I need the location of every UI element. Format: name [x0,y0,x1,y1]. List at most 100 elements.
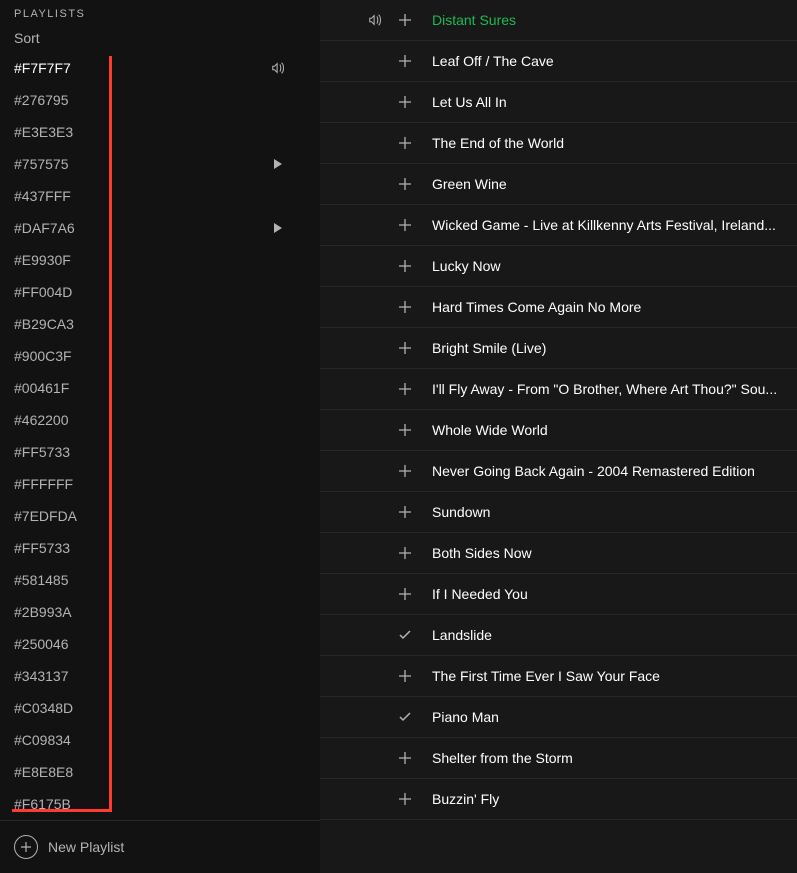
playlist-label: #FF5733 [14,540,70,556]
track-row[interactable]: Lucky Now [320,246,797,287]
sidebar-item-playlist[interactable]: #250046 [0,628,320,660]
sidebar-item-playlist[interactable]: #FF5733 [0,436,320,468]
add-icon[interactable] [390,751,420,765]
sidebar-item-playlist[interactable]: #437FFF [0,180,320,212]
track-row[interactable]: The End of the World [320,123,797,164]
playlist-label: #FF5733 [14,444,70,460]
track-row[interactable]: Landslide [320,615,797,656]
playlist-label: #00461F [14,380,69,396]
playlist-label: #E3E3E3 [14,124,73,140]
playlists-header: PLAYLISTS [0,0,320,24]
track-row[interactable]: Leaf Off / The Cave [320,41,797,82]
sidebar-item-playlist[interactable]: #7EDFDA [0,500,320,532]
track-title: Wicked Game - Live at Killkenny Arts Fes… [420,217,787,233]
playlist-label: #FF004D [14,284,72,300]
track-title: Shelter from the Storm [420,750,787,766]
play-icon [270,156,286,172]
track-title: Leaf Off / The Cave [420,53,787,69]
sidebar-item-playlist[interactable]: #FF004D [0,276,320,308]
add-icon[interactable] [390,341,420,355]
sidebar-item-playlist[interactable]: #C09834 [0,724,320,756]
playlist-label: #DAF7A6 [14,220,75,236]
add-icon[interactable] [390,259,420,273]
add-icon[interactable] [390,218,420,232]
add-icon[interactable] [390,177,420,191]
sidebar-item-playlist[interactable]: #900C3F [0,340,320,372]
track-row[interactable]: Shelter from the Storm [320,738,797,779]
playlist-label: #7EDFDA [14,508,77,524]
track-title: Lucky Now [420,258,787,274]
track-row[interactable]: The First Time Ever I Saw Your Face [320,656,797,697]
sidebar-item-playlist[interactable]: #581485 [0,564,320,596]
track-row[interactable]: Let Us All In [320,82,797,123]
add-icon[interactable] [390,382,420,396]
track-row[interactable]: Sundown [320,492,797,533]
track-row[interactable]: Buzzin' Fly [320,779,797,820]
sidebar-item-playlist[interactable]: #757575 [0,148,320,180]
sidebar-item-playlist[interactable]: #DAF7A6 [0,212,320,244]
sidebar-item-playlist[interactable]: #343137 [0,660,320,692]
sidebar-item-playlist[interactable]: #F7F7F7 [0,52,320,84]
playlist-label: #343137 [14,668,69,684]
track-title: Piano Man [420,709,787,725]
add-icon[interactable] [390,669,420,683]
sidebar-item-playlist[interactable]: #E8E8E8 [0,756,320,788]
check-icon[interactable] [390,628,420,642]
track-title: Hard Times Come Again No More [420,299,787,315]
main-panel: Distant Sures Leaf Off / The Cave Let Us A… [320,0,797,873]
sidebar-item-playlist[interactable]: #FFFFFF [0,468,320,500]
track-row[interactable]: Bright Smile (Live) [320,328,797,369]
track-row[interactable]: Distant Sures [320,0,797,41]
playlist-label: #437FFF [14,188,71,204]
sidebar-item-playlist[interactable]: #E9930F [0,244,320,276]
track-row[interactable]: I'll Fly Away - From "O Brother, Where A… [320,369,797,410]
add-icon[interactable] [390,300,420,314]
track-row[interactable]: Whole Wide World [320,410,797,451]
track-title: The First Time Ever I Saw Your Face [420,668,787,684]
sort-button[interactable]: Sort [0,24,320,52]
track-title: Bright Smile (Live) [420,340,787,356]
track-title: I'll Fly Away - From "O Brother, Where A… [420,381,787,397]
playlist-label: #C09834 [14,732,71,748]
playlists-list: #F7F7F7#276795 #E3E3E3 #757575 #437FFF #DAF7… [0,52,320,820]
add-icon[interactable] [390,95,420,109]
sidebar-item-playlist[interactable]: #276795 [0,84,320,116]
playlist-label: #462200 [14,412,69,428]
add-icon[interactable] [390,13,420,27]
track-row[interactable]: Green Wine [320,164,797,205]
sidebar-item-playlist[interactable]: #FF5733 [0,532,320,564]
track-row[interactable]: Both Sides Now [320,533,797,574]
add-icon[interactable] [390,792,420,806]
playlist-label: #C0348D [14,700,73,716]
now-playing-icon [360,13,390,27]
track-title: Never Going Back Again - 2004 Remastered… [420,463,787,479]
track-title: Green Wine [420,176,787,192]
sidebar-item-playlist[interactable]: #C0348D [0,692,320,724]
sidebar-item-playlist[interactable]: #E3E3E3 [0,116,320,148]
play-icon [270,220,286,236]
track-row[interactable]: If I Needed You [320,574,797,615]
add-icon[interactable] [390,136,420,150]
add-icon[interactable] [390,546,420,560]
add-icon[interactable] [390,54,420,68]
track-list: Distant Sures Leaf Off / The Cave Let Us A… [320,0,797,820]
sidebar-item-playlist[interactable]: #00461F [0,372,320,404]
new-playlist-button[interactable]: New Playlist [0,820,320,873]
add-icon[interactable] [390,464,420,478]
track-row[interactable]: Never Going Back Again - 2004 Remastered… [320,451,797,492]
playlist-label: #900C3F [14,348,72,364]
speaker-icon [270,60,286,76]
track-row[interactable]: Hard Times Come Again No More [320,287,797,328]
playlist-label: #2B993A [14,604,72,620]
add-icon[interactable] [390,587,420,601]
sidebar-item-playlist[interactable]: #F6175B [0,788,320,820]
track-row[interactable]: Wicked Game - Live at Killkenny Arts Fes… [320,205,797,246]
add-icon[interactable] [390,423,420,437]
sidebar-item-playlist[interactable]: #2B993A [0,596,320,628]
track-row[interactable]: Piano Man [320,697,797,738]
check-icon[interactable] [390,710,420,724]
sidebar-item-playlist[interactable]: #462200 [0,404,320,436]
sidebar-item-playlist[interactable]: #B29CA3 [0,308,320,340]
track-title: Let Us All In [420,94,787,110]
add-icon[interactable] [390,505,420,519]
